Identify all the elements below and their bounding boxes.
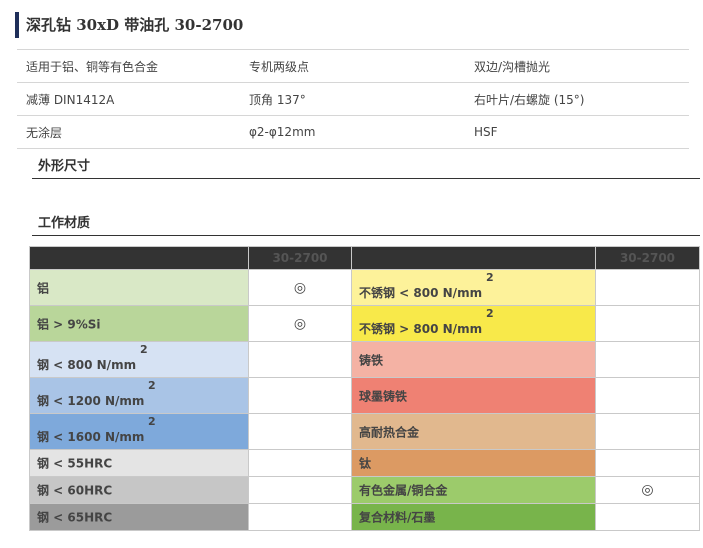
unit-superscript: 2 (486, 307, 494, 320)
spec-cell: φ2-φ12mm (240, 115, 465, 149)
spec-table: 适用于铝、铜等有色合金 专机两级点 双边/沟槽抛光 减薄 DIN1412A 顶角… (17, 49, 689, 149)
material-row: 钢 < 65HRC 复合材料/石墨 (29, 503, 700, 531)
suitability-mark-cell (595, 341, 700, 378)
unit-superscript: 2 (148, 415, 156, 428)
material-name-cell: 复合材料/石墨 (351, 503, 596, 531)
material-name: 不锈钢 < 800 N/mm (359, 286, 483, 300)
spec-row: 减薄 DIN1412A 顶角 137° 右叶片/右螺旋 (15°) (17, 82, 689, 116)
spec-row: 无涂层 φ2-φ12mm HSF (17, 115, 689, 149)
materials-header-row: 30-2700 30-2700 (29, 246, 700, 270)
header-blank-cell (29, 246, 249, 270)
unit-superscript: 2 (140, 343, 148, 356)
material-name-cell: 铝 (29, 269, 249, 306)
material-name-cell: 钢 < 60HRC (29, 476, 249, 504)
section-heading-materials: 工作材质 (32, 214, 700, 236)
header-blank-cell (351, 246, 596, 270)
material-name: 钛 (359, 456, 372, 471)
material-name: 高耐热合金 (359, 425, 420, 439)
suitability-mark-cell (595, 377, 700, 414)
material-row: 铝 ◎ 不锈钢 < 800 N/mm 2 (29, 269, 700, 306)
material-name-cell: 铸铁 (351, 341, 596, 378)
material-name-cell: 铝 > 9%Si (29, 305, 249, 342)
suitability-mark-cell (595, 269, 700, 306)
suitability-mark-cell: ◎ (595, 476, 700, 504)
material-name: 钢 < 1200 N/mm (37, 394, 145, 408)
suitability-mark-cell (248, 476, 352, 504)
material-name: 钢 < 1600 N/mm (37, 430, 145, 444)
unit-superscript: 2 (486, 271, 494, 284)
suitability-circle-icon: ◎ (641, 482, 654, 498)
material-name: 铸铁 (359, 353, 384, 367)
suitability-circle-icon: ◎ (293, 279, 307, 296)
suitability-mark-cell (248, 341, 352, 378)
material-name-cell: 钢 < 1200 N/mm 2 (29, 377, 249, 414)
material-name-cell: 钢 < 55HRC (29, 449, 249, 477)
spec-cell: 右叶片/右螺旋 (15°) (465, 82, 689, 116)
material-name: 钢 < 55HRC (37, 456, 113, 471)
suitability-mark-cell (595, 449, 700, 477)
material-row: 钢 < 1600 N/mm 2 高耐热合金 (29, 413, 700, 450)
material-name-cell: 球墨铸铁 (351, 377, 596, 414)
suitability-mark-cell (248, 449, 352, 477)
spec-cell: 适用于铝、铜等有色合金 (17, 49, 240, 83)
material-row: 钢 < 1200 N/mm 2 球墨铸铁 (29, 377, 700, 414)
material-name: 有色金属/铜合金 (359, 483, 448, 498)
spec-cell: 无涂层 (17, 115, 240, 149)
spec-cell: 专机两级点 (240, 49, 465, 83)
material-row: 钢 < 55HRC 钛 (29, 449, 700, 477)
material-name: 钢 < 800 N/mm (37, 358, 137, 372)
material-name-cell: 不锈钢 < 800 N/mm 2 (351, 269, 596, 306)
spec-cell: 减薄 DIN1412A (17, 82, 240, 116)
spec-row: 适用于铝、铜等有色合金 专机两级点 双边/沟槽抛光 (17, 49, 689, 83)
material-name-cell: 高耐热合金 (351, 413, 596, 450)
page-title: 深孔钻 30xD 带油孔 30-2700 (15, 12, 243, 38)
suitability-mark-cell (595, 305, 700, 342)
material-name: 不锈钢 > 800 N/mm (359, 322, 483, 336)
suitability-mark-cell (595, 413, 700, 450)
column-header: 30-2700 (595, 246, 700, 270)
column-header: 30-2700 (248, 246, 352, 270)
spec-cell: 顶角 137° (240, 82, 465, 116)
material-name-cell: 钛 (351, 449, 596, 477)
material-name: 钢 < 65HRC (37, 510, 113, 525)
materials-table: 30-2700 30-2700 铝 ◎ 不锈钢 < 800 N/mm 2 铝 > 9%S… (29, 246, 700, 531)
material-name: 钢 < 60HRC (37, 483, 113, 498)
material-name-cell: 钢 < 800 N/mm 2 (29, 341, 249, 378)
material-name-cell: 钢 < 1600 N/mm 2 (29, 413, 249, 450)
section-heading-dimensions: 外形尺寸 (32, 157, 700, 179)
material-name: 铝 (37, 281, 50, 295)
unit-superscript: 2 (148, 379, 156, 392)
material-name-cell: 有色金属/铜合金 (351, 476, 596, 504)
spec-cell: 双边/沟槽抛光 (465, 49, 689, 83)
spec-cell: HSF (465, 115, 689, 149)
material-row: 钢 < 60HRC 有色金属/铜合金 ◎ (29, 476, 700, 504)
suitability-mark-cell (248, 413, 352, 450)
material-name-cell: 不锈钢 > 800 N/mm 2 (351, 305, 596, 342)
material-row: 铝 > 9%Si ◎ 不锈钢 > 800 N/mm 2 (29, 305, 700, 342)
suitability-mark-cell (248, 377, 352, 414)
suitability-mark-cell: ◎ (248, 269, 352, 306)
material-name: 复合材料/石墨 (359, 510, 436, 525)
material-row: 钢 < 800 N/mm 2 铸铁 (29, 341, 700, 378)
material-name: 球墨铸铁 (359, 389, 408, 403)
suitability-mark-cell: ◎ (248, 305, 352, 342)
suitability-circle-icon: ◎ (293, 315, 307, 332)
material-name: 铝 > 9%Si (37, 317, 101, 331)
suitability-mark-cell (595, 503, 700, 531)
material-name-cell: 钢 < 65HRC (29, 503, 249, 531)
suitability-mark-cell (248, 503, 352, 531)
